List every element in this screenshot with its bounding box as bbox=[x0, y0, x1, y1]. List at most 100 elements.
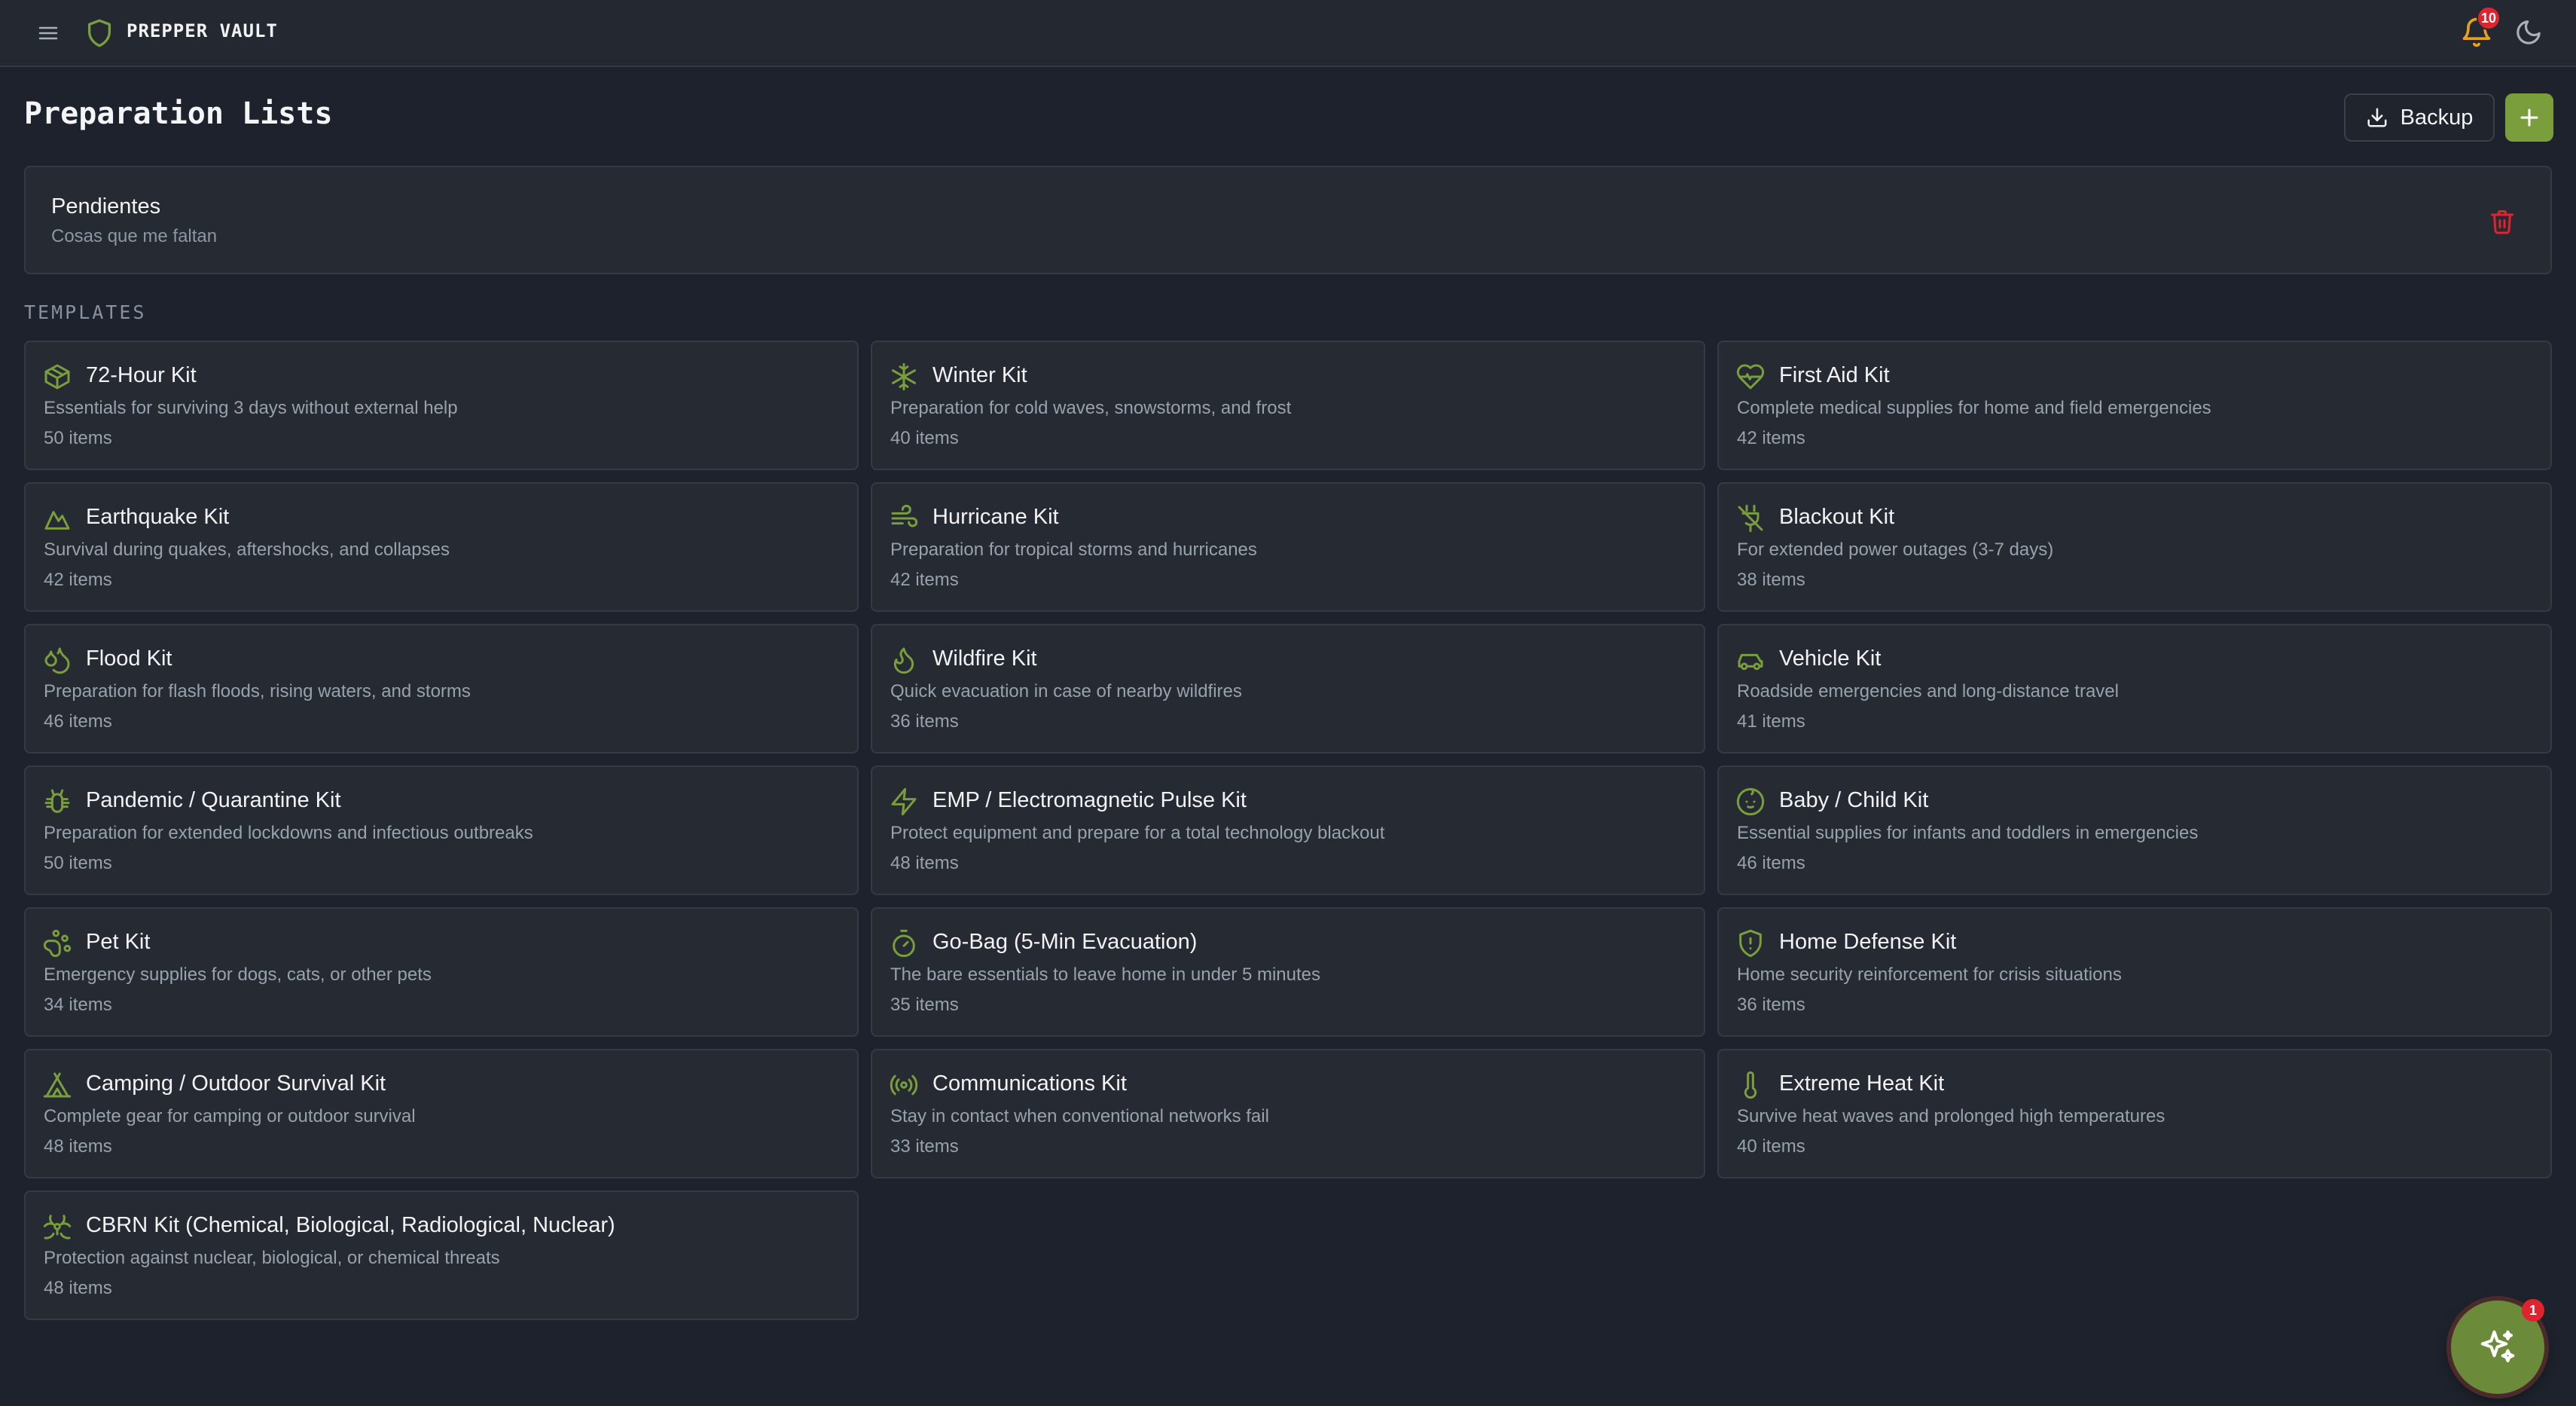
template-description: Quick evacuation in case of nearby wildf… bbox=[890, 681, 1242, 701]
template-card[interactable]: Home Defense Kit Home security reinforcem… bbox=[1717, 907, 2552, 1037]
template-title: Flood Kit bbox=[86, 646, 172, 671]
template-count: 36 items bbox=[1737, 995, 1805, 1015]
top-bar: PREPPER VAULT 10 bbox=[0, 0, 2576, 67]
template-description: Complete medical supplies for home and f… bbox=[1737, 398, 2211, 418]
template-title: Home Defense Kit bbox=[1779, 930, 1957, 954]
template-title: 72-Hour Kit bbox=[86, 363, 197, 387]
template-title: Hurricane Kit bbox=[932, 505, 1059, 529]
template-count: 48 items bbox=[890, 853, 959, 873]
heart-pulse-icon bbox=[1736, 364, 1765, 390]
template-count: 42 items bbox=[1737, 428, 1805, 448]
template-card[interactable]: First Aid Kit Complete medical supplies f… bbox=[1717, 341, 2552, 470]
list-name: Pendientes bbox=[51, 194, 161, 219]
template-card[interactable]: Vehicle Kit Roadside emergencies and long… bbox=[1717, 624, 2552, 753]
template-title: Go-Bag (5-Min Evacuation) bbox=[932, 930, 1198, 954]
car-icon bbox=[1738, 653, 1763, 671]
template-card[interactable]: Extreme Heat Kit Survive heat waves and p… bbox=[1717, 1049, 2552, 1178]
biohazard-icon bbox=[43, 1215, 72, 1239]
backup-button[interactable]: Backup bbox=[2344, 93, 2495, 142]
template-count: 48 items bbox=[44, 1278, 112, 1298]
wind-icon bbox=[891, 504, 918, 527]
template-count: 38 items bbox=[1737, 570, 1805, 590]
template-count: 50 items bbox=[44, 428, 112, 448]
template-card[interactable]: CBRN Kit (Chemical, Biological, Radiolog… bbox=[24, 1191, 859, 1320]
template-count: 36 items bbox=[890, 711, 959, 732]
template-description: Preparation for flash floods, rising wat… bbox=[44, 681, 471, 701]
template-description: Essential supplies for infants and toddl… bbox=[1737, 823, 2199, 843]
template-title: Communications Kit bbox=[932, 1071, 1127, 1096]
template-description: Survive heat waves and prolonged high te… bbox=[1737, 1106, 2165, 1126]
template-title: Pandemic / Quarantine Kit bbox=[86, 788, 341, 812]
template-card[interactable]: Winter Kit Preparation for cold waves, sn… bbox=[871, 341, 1705, 470]
template-description: Preparation for cold waves, snowstorms, … bbox=[890, 398, 1292, 418]
template-count: 42 items bbox=[44, 570, 112, 590]
template-title: Wildfire Kit bbox=[932, 646, 1037, 671]
template-description: Survival during quakes, aftershocks, and… bbox=[44, 539, 450, 560]
template-card[interactable]: Hurricane Kit Preparation for tropical st… bbox=[871, 482, 1705, 612]
template-description: Emergency supplies for dogs, cats, or ot… bbox=[44, 964, 432, 985]
template-card[interactable]: Wildfire Kit Quick evacuation in case of … bbox=[871, 624, 1705, 753]
template-description: Protection against nuclear, biological, … bbox=[44, 1248, 500, 1268]
template-count: 50 items bbox=[44, 853, 112, 873]
moon-icon[interactable] bbox=[2514, 18, 2543, 47]
baby-icon bbox=[1736, 787, 1765, 816]
app-name: PREPPER VAULT bbox=[127, 20, 278, 41]
bug-icon bbox=[44, 789, 70, 813]
template-card[interactable]: Pet Kit Emergency supplies for dogs, cats… bbox=[24, 907, 859, 1037]
template-count: 40 items bbox=[890, 428, 959, 448]
template-description: Complete gear for camping or outdoor sur… bbox=[44, 1106, 416, 1126]
template-card[interactable]: EMP / Electromagnetic Pulse Kit Protect e… bbox=[871, 766, 1705, 895]
template-card[interactable]: Pandemic / Quarantine Kit Preparation for… bbox=[24, 766, 859, 895]
template-title: CBRN Kit (Chemical, Biological, Radiolog… bbox=[86, 1213, 615, 1237]
page-title: Preparation Lists bbox=[24, 96, 333, 131]
template-card[interactable]: Earthquake Kit Survival during quakes, af… bbox=[24, 482, 859, 612]
download-icon bbox=[2367, 108, 2387, 127]
template-card[interactable]: 72-Hour Kit Essentials for surviving 3 da… bbox=[24, 341, 859, 470]
thermometer-icon bbox=[1744, 1071, 1757, 1099]
sparkles-icon bbox=[2480, 1330, 2515, 1363]
menu-button[interactable] bbox=[35, 20, 62, 47]
user-list-card[interactable]: Pendientes Cosas que me faltan bbox=[24, 166, 2552, 274]
template-description: Protect equipment and prepare for a tota… bbox=[890, 823, 1385, 843]
template-title: Camping / Outdoor Survival Kit bbox=[86, 1071, 386, 1096]
droplets-icon bbox=[44, 647, 70, 674]
trash-icon[interactable] bbox=[2489, 206, 2516, 237]
template-title: EMP / Electromagnetic Pulse Kit bbox=[932, 788, 1247, 812]
flame-icon bbox=[893, 647, 914, 674]
template-title: Baby / Child Kit bbox=[1779, 788, 1929, 812]
template-title: Winter Kit bbox=[932, 363, 1027, 387]
template-card[interactable]: Communications Kit Stay in contact when c… bbox=[871, 1049, 1705, 1178]
template-description: Stay in contact when conventional networ… bbox=[890, 1106, 1269, 1126]
shield-logo-icon bbox=[88, 19, 111, 47]
template-description: For extended power outages (3-7 days) bbox=[1737, 539, 2054, 560]
template-title: First Aid Kit bbox=[1779, 363, 1890, 387]
zap-icon bbox=[891, 787, 917, 816]
template-description: Preparation for tropical storms and hurr… bbox=[890, 539, 1257, 560]
paw-icon bbox=[43, 929, 72, 958]
list-description: Cosas que me faltan bbox=[51, 226, 218, 246]
backup-label: Backup bbox=[2400, 105, 2474, 130]
plus-icon bbox=[2520, 109, 2538, 127]
template-count: 42 items bbox=[890, 570, 959, 590]
template-description: Home security reinforcement for crisis s… bbox=[1737, 964, 2122, 985]
template-card[interactable]: Go-Bag (5-Min Evacuation) The bare essent… bbox=[871, 907, 1705, 1037]
template-count: 40 items bbox=[1737, 1136, 1805, 1157]
timer-icon bbox=[893, 929, 915, 958]
template-title: Earthquake Kit bbox=[86, 505, 230, 529]
template-title: Blackout Kit bbox=[1779, 505, 1895, 529]
template-title: Vehicle Kit bbox=[1779, 646, 1882, 671]
template-description: The bare essentials to leave home in und… bbox=[890, 964, 1320, 985]
template-count: 35 items bbox=[890, 995, 959, 1015]
template-count: 41 items bbox=[1737, 711, 1805, 732]
template-card[interactable]: Blackout Kit For extended power outages (… bbox=[1717, 482, 2552, 612]
template-card[interactable]: Baby / Child Kit Essential supplies for i… bbox=[1717, 766, 2552, 895]
template-description: Essentials for surviving 3 days without … bbox=[44, 398, 458, 418]
add-list-button[interactable] bbox=[2505, 93, 2553, 142]
template-card[interactable]: Flood Kit Preparation for flash floods, r… bbox=[24, 624, 859, 753]
box-icon bbox=[44, 364, 70, 390]
templates-heading: TEMPLATES bbox=[24, 301, 147, 323]
radio-icon bbox=[890, 1074, 918, 1096]
template-card[interactable]: Camping / Outdoor Survival Kit Complete g… bbox=[24, 1049, 859, 1178]
template-count: 48 items bbox=[44, 1136, 112, 1157]
assistant-badge: 1 bbox=[2522, 1299, 2544, 1322]
